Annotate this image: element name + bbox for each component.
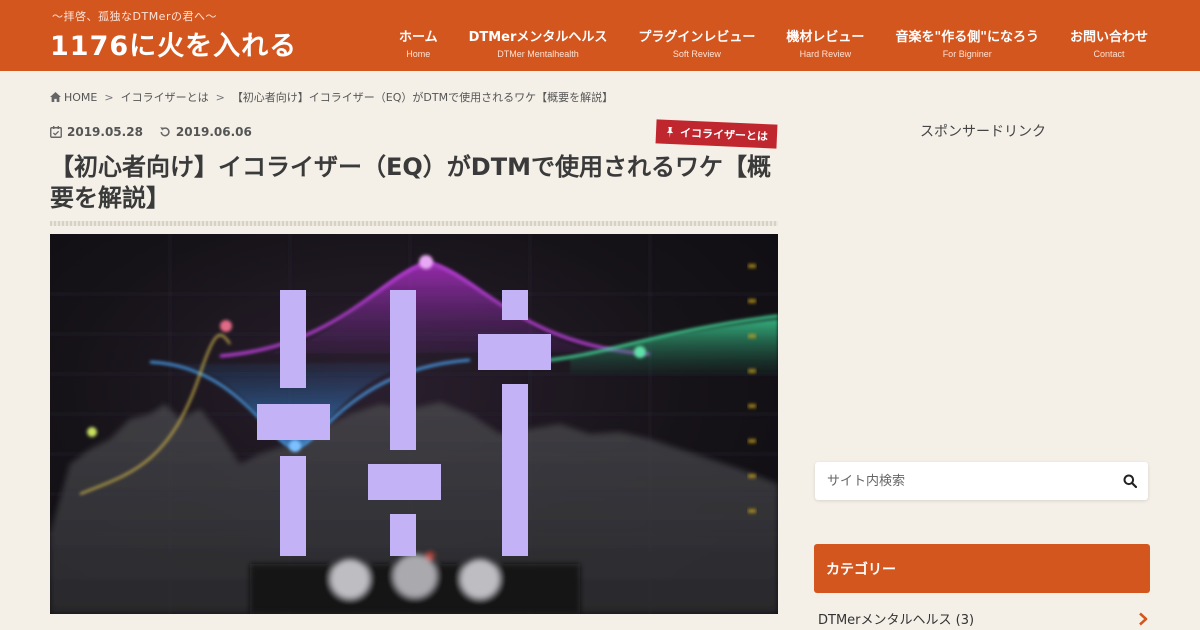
nav-label: お問い合わせ [1069,30,1148,45]
eq-screenshot-illustration [50,234,778,614]
nav-sublabel: Soft Review [672,49,721,59]
chevron-right-icon [1139,612,1148,625]
breadcrumb-home-link[interactable]: HOME [64,91,97,104]
search-icon[interactable] [1123,474,1137,488]
nav-label: プラグインレビュー [638,30,756,45]
breadcrumb-category-link[interactable]: イコライザーとは [121,89,209,105]
site-title[interactable]: 1176に火を入れる [50,24,297,63]
nav-label: 音楽を"作る側"になろう [895,30,1039,45]
category-list-item[interactable]: DTMerメンタルヘルス (3) [818,609,1148,628]
category-badge[interactable]: イコライザーとは [655,119,778,149]
breadcrumb: HOME > イコライザーとは > 【初心者向け】イコライザー（EQ）がDTMで… [50,89,613,105]
article-meta: 2019.05.28 2019.06.06 [50,125,268,139]
categories-heading: カテゴリー [814,544,1150,593]
calendar-check-icon [50,126,62,138]
title-divider [50,221,778,226]
nav-sublabel: DTMer Mentalhealth [497,49,579,59]
breadcrumb-separator: > [104,90,114,104]
published-date: 2019.05.28 [67,125,143,139]
nav-sublabel: Home [406,49,431,59]
site-tagline: ～拝啓、孤独なDTMerの君へ～ [52,10,217,23]
nav-item-mental-health[interactable]: DTMerメンタルヘルス DTMer Mentalhealth [469,26,608,59]
nav-item-contact[interactable]: お問い合わせ Contact [1070,26,1148,59]
nav-label: ホーム [398,30,438,45]
nav-sublabel: For Bigniner [942,49,992,59]
category-badge-label: イコライザーとは [679,126,769,144]
search-input[interactable] [815,462,1105,500]
category-label: DTMerメンタルヘルス (3) [818,613,975,628]
hero-image [50,234,778,614]
updated-date: 2019.06.06 [175,125,252,139]
nav-sublabel: Hard Review [799,49,852,59]
home-icon [50,92,61,102]
nav-item-home[interactable]: ホーム Home [399,26,438,59]
pin-icon [666,126,674,138]
nav-sublabel: Contact [1093,49,1125,59]
update-icon [160,127,170,137]
nav-item-beginner[interactable]: 音楽を"作る側"になろう For Bigniner [895,26,1039,59]
site-search [815,462,1148,500]
sponsored-links-label: スポンサードリンク [920,124,1046,140]
breadcrumb-current: 【初心者向け】イコライザー（EQ）がDTMで使用されるワケ【概要を解説】 [231,91,614,104]
nav-item-hardware-review[interactable]: 機材レビュー Hard Review [786,26,864,59]
site-header: ～拝啓、孤独なDTMerの君へ～ 1176に火を入れる ホーム Home DTM… [0,0,1200,71]
nav-label: 機材レビュー [786,30,865,45]
breadcrumb-separator: > [215,90,225,104]
main-nav: ホーム Home DTMerメンタルヘルス DTMer Mentalhealth… [368,26,1148,59]
nav-label: DTMerメンタルヘルス [468,30,608,45]
article-title: 【初心者向け】イコライザー（EQ）がDTMで使用されるワケ【概要を解説】 [50,153,771,212]
nav-item-plugin-review[interactable]: プラグインレビュー Soft Review [638,26,755,59]
